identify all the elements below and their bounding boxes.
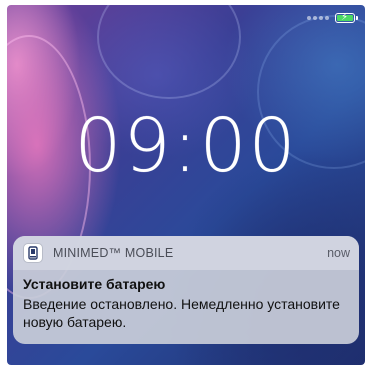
wallpaper-swirl bbox=[97, 5, 241, 99]
lock-screen: ⚡ 09:00 MINIMED™ MOBILE now Установите б… bbox=[7, 5, 365, 365]
lock-screen-time: 09:00 bbox=[74, 103, 298, 190]
notification-body: Введение остановлено. Немедленно установ… bbox=[23, 296, 340, 330]
screenshot-frame: ⚡ 09:00 MINIMED™ MOBILE now Установите б… bbox=[0, 0, 373, 369]
battery-charging-icon: ⚡ bbox=[335, 12, 358, 23]
notification-time: now bbox=[327, 246, 350, 260]
notification-title: Установите батарею bbox=[23, 276, 166, 292]
notification-card[interactable]: MINIMED™ MOBILE now Установите батарею В… bbox=[13, 236, 359, 344]
notification-header: MINIMED™ MOBILE now bbox=[13, 236, 359, 270]
minimed-app-icon bbox=[23, 243, 43, 263]
charging-bolt-icon: ⚡ bbox=[341, 12, 349, 23]
signal-dots-icon bbox=[307, 16, 329, 20]
notification-app-name: MINIMED™ MOBILE bbox=[53, 246, 174, 260]
status-bar: ⚡ bbox=[307, 11, 358, 25]
